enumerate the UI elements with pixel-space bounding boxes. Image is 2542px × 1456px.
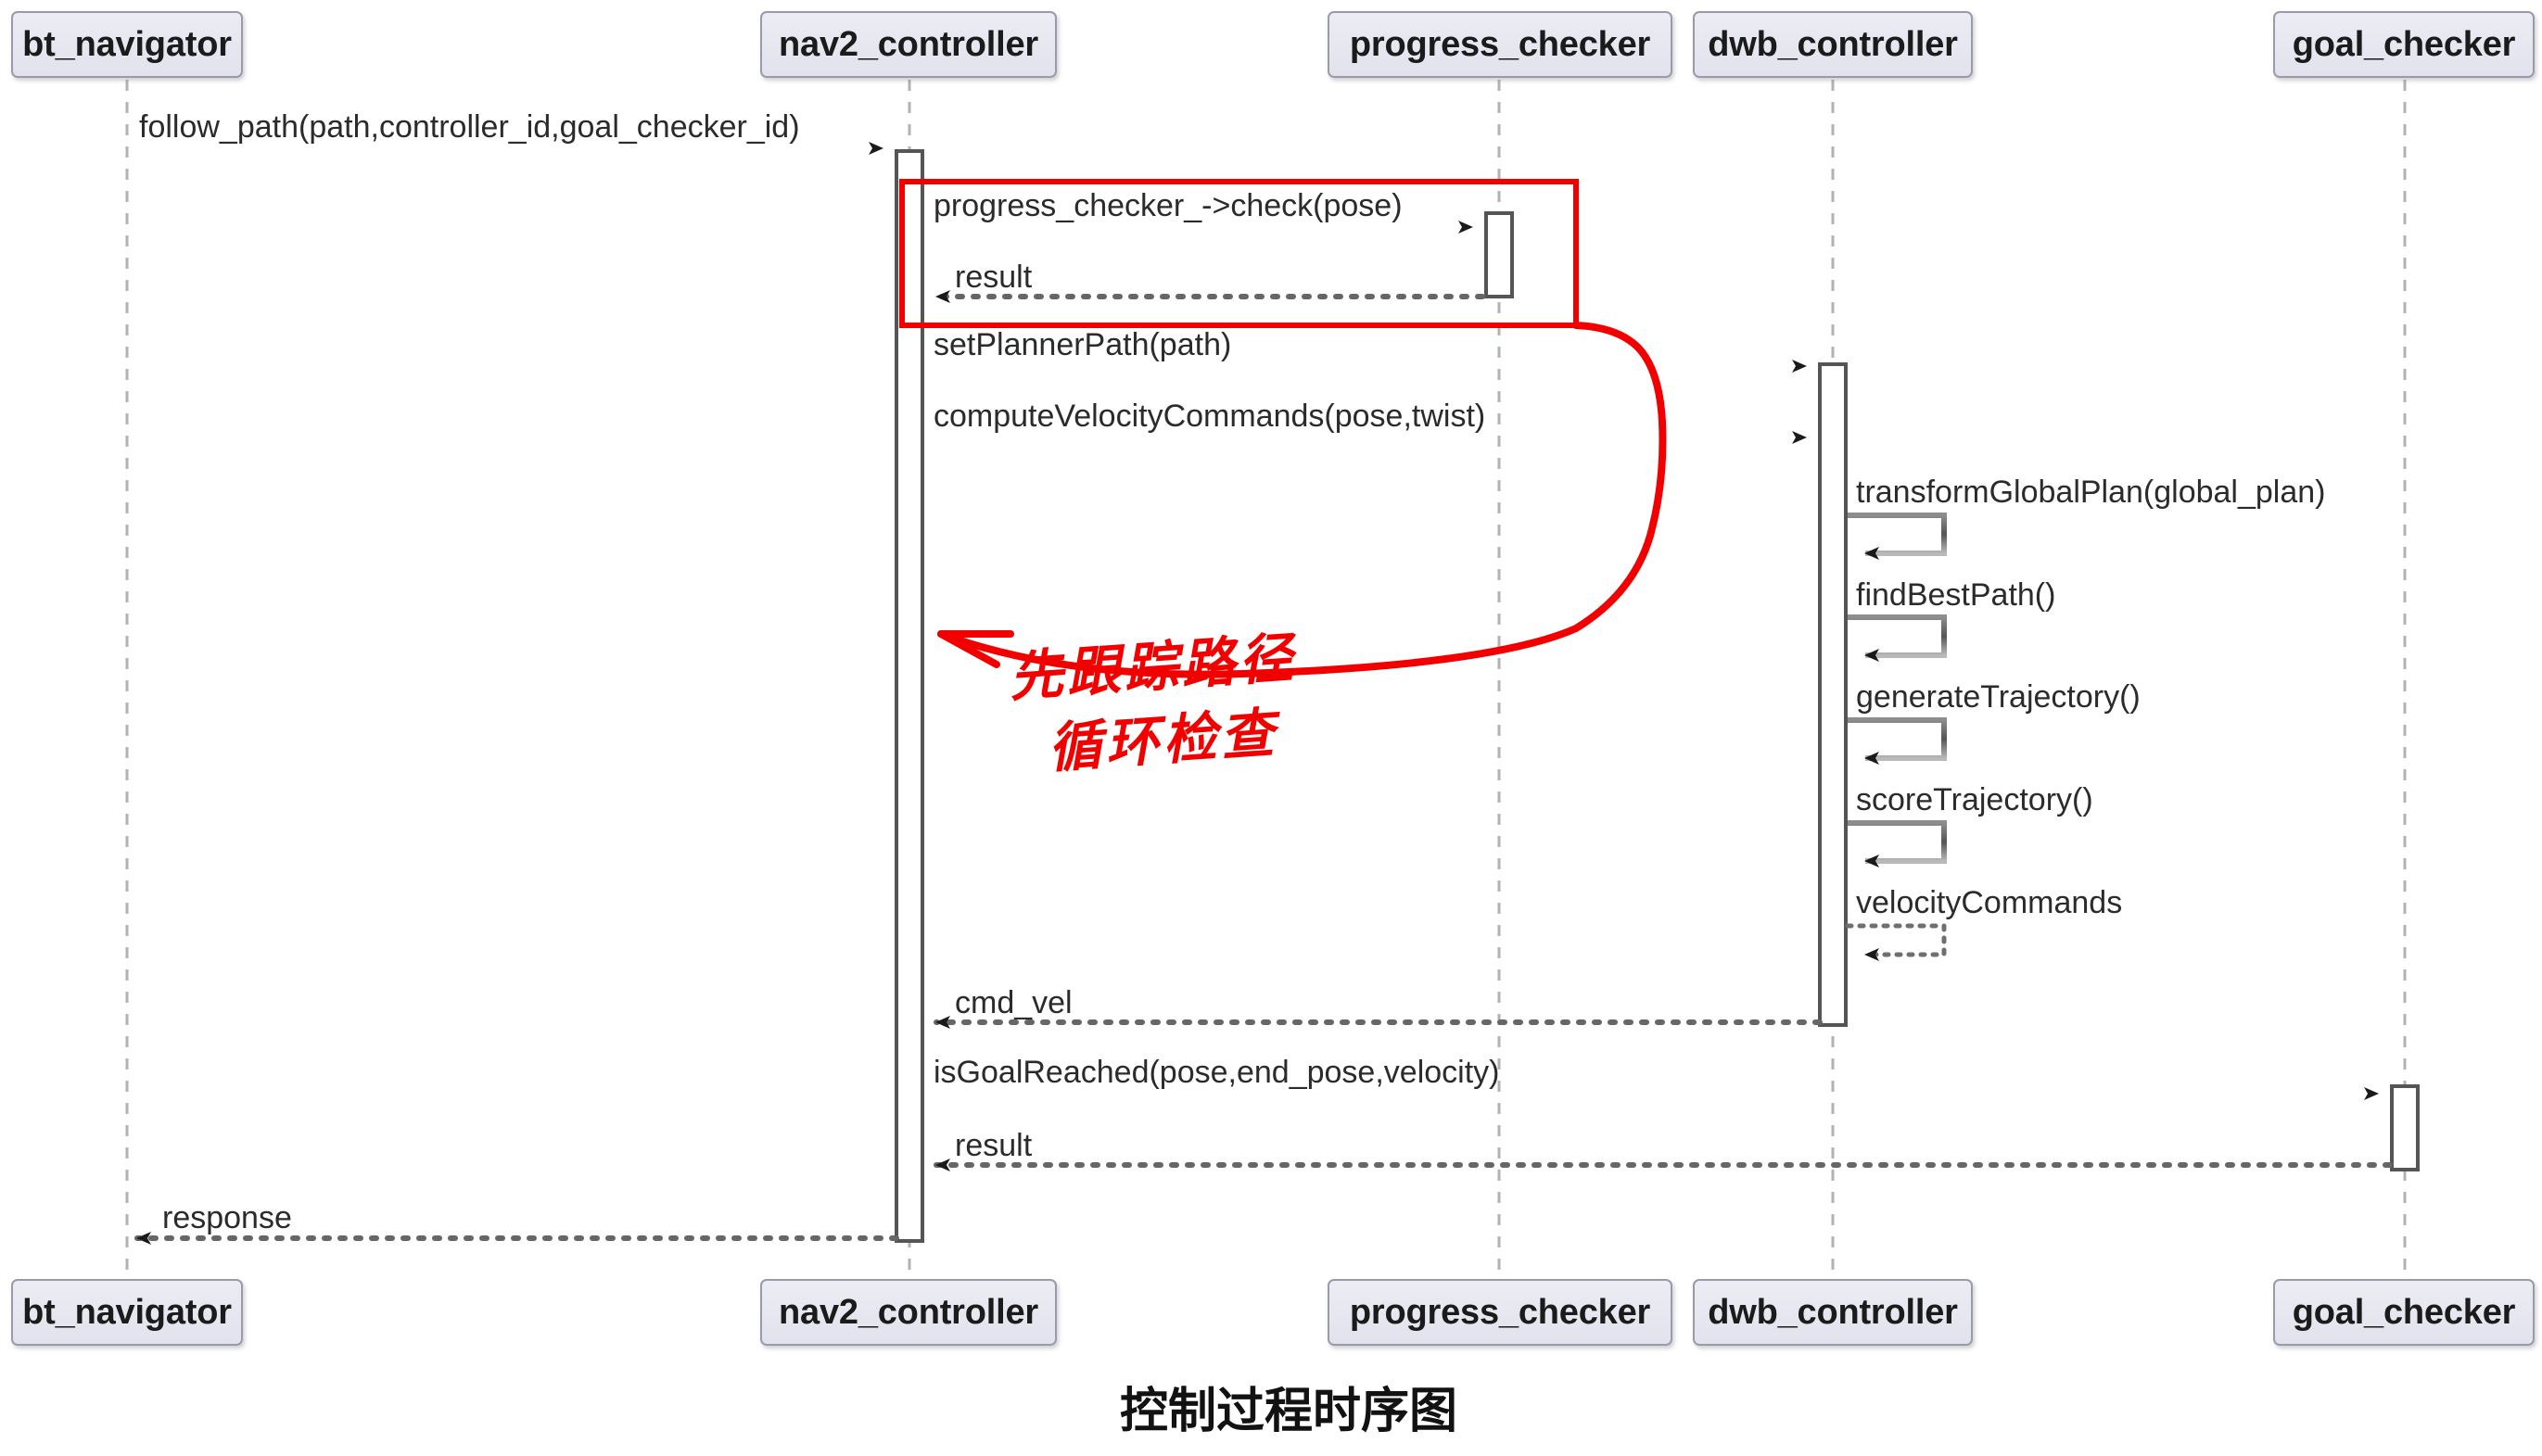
selfcall-generate-trajectory: [1848, 717, 1947, 765]
participant-bottom-progress-checker[interactable]: progress_checker: [1328, 1279, 1672, 1346]
participant-label: nav2_controller: [779, 1292, 1038, 1332]
message-label-progress-check: progress_checker_->check(pose): [934, 188, 1403, 223]
selfcall-find-best-path: [1848, 614, 1947, 662]
message-label-transform-global-plan: transformGlobalPlan(global_plan): [1856, 475, 2326, 510]
participant-top-dwb-controller[interactable]: dwb_controller: [1693, 11, 1973, 78]
activation-progress-checker: [1484, 211, 1514, 298]
participant-label: bt_navigator: [22, 24, 232, 64]
participant-label: goal_checker: [2292, 24, 2516, 64]
selfcall-velocity-commands: [1845, 923, 1947, 961]
message-label-follow-path: follow_path(path,controller_id,goal_chec…: [139, 109, 800, 145]
sequence-diagram-canvas: bt_navigator nav2_controller progress_ch…: [0, 0, 2542, 1456]
participant-bottom-bt-navigator[interactable]: bt_navigator: [11, 1279, 243, 1346]
participant-label: progress_checker: [1349, 24, 1651, 64]
participant-label: progress_checker: [1349, 1292, 1651, 1332]
participant-top-nav2-controller[interactable]: nav2_controller: [760, 11, 1057, 78]
message-label-progress-result: result: [955, 260, 1033, 295]
participant-top-bt-navigator[interactable]: bt_navigator: [11, 11, 243, 78]
diagram-title: 控制过程时序图: [1120, 1384, 1458, 1439]
participant-bottom-nav2-controller[interactable]: nav2_controller: [760, 1279, 1057, 1346]
participant-label: nav2_controller: [779, 24, 1038, 64]
activation-dwb-controller: [1818, 362, 1848, 1027]
message-label-goal-result: result: [955, 1128, 1033, 1163]
message-label-find-best-path: findBestPath(): [1856, 577, 2056, 613]
participant-bottom-goal-checker[interactable]: goal_checker: [2273, 1279, 2535, 1346]
message-label-set-planner-path: setPlannerPath(path): [934, 327, 1232, 362]
message-label-is-goal-reached: isGoalReached(pose,end_pose,velocity): [934, 1055, 1500, 1090]
annotation-curve: [937, 322, 1667, 678]
handwriting-line-2: 循环检查: [1046, 701, 1280, 780]
participant-top-goal-checker[interactable]: goal_checker: [2273, 11, 2535, 78]
message-label-generate-trajectory: generateTrajectory(): [1856, 679, 2141, 715]
message-label-compute-velocity-commands: computeVelocityCommands(pose,twist): [934, 399, 1486, 434]
participant-label: bt_navigator: [22, 1292, 232, 1332]
activation-goal-checker: [2390, 1084, 2420, 1171]
participant-label: goal_checker: [2292, 1292, 2516, 1332]
message-label-cmd-vel: cmd_vel: [955, 985, 1073, 1020]
participant-label: dwb_controller: [1708, 24, 1958, 64]
participant-label: dwb_controller: [1708, 1292, 1958, 1332]
selfcall-transform-global-plan: [1848, 513, 1947, 560]
message-label-score-trajectory: scoreTrajectory(): [1856, 782, 2093, 817]
participant-top-progress-checker[interactable]: progress_checker: [1328, 11, 1672, 78]
message-label-velocity-commands: velocityCommands: [1856, 885, 2123, 920]
message-label-response: response: [162, 1200, 292, 1235]
selfcall-score-trajectory: [1848, 820, 1947, 867]
participant-bottom-dwb-controller[interactable]: dwb_controller: [1693, 1279, 1973, 1346]
